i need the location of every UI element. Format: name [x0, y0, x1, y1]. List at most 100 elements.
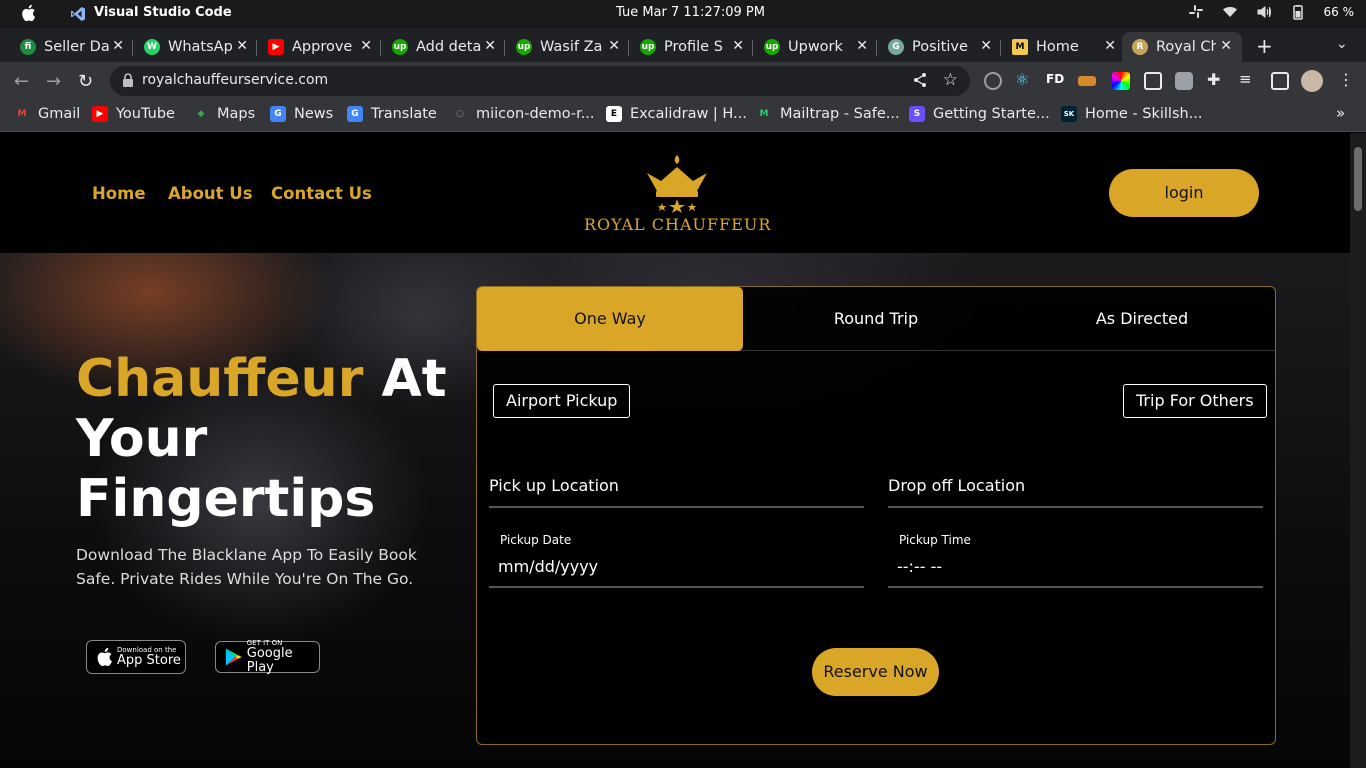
- slack-icon[interactable]: [1188, 4, 1204, 20]
- url-text[interactable]: royalchauffeurservice.com: [142, 72, 328, 88]
- tab-close-icon[interactable]: ✕: [856, 38, 868, 54]
- tab-round-trip[interactable]: Round Trip: [743, 287, 1009, 351]
- site-header: Home About Us Contact Us ROYAL CHAUFFEUR…: [0, 133, 1350, 253]
- nav-link-home[interactable]: Home: [92, 184, 146, 203]
- system-tray: 66 %: [1188, 4, 1354, 20]
- tab-close-icon[interactable]: ✕: [484, 38, 496, 54]
- reserve-now-button[interactable]: Reserve Now: [812, 648, 939, 696]
- bookmark-label: Excalidraw | H...: [630, 106, 747, 122]
- scrollbar-thumb[interactable]: [1354, 147, 1362, 211]
- tab-favicon-icon: M: [1012, 39, 1028, 55]
- apple-icon[interactable]: [20, 4, 36, 22]
- trip-for-others-button[interactable]: Trip For Others: [1123, 384, 1267, 418]
- nav-link-about[interactable]: About Us: [168, 184, 253, 203]
- volume-icon[interactable]: [1256, 4, 1272, 20]
- extensions-puzzle-icon[interactable]: ✚: [1207, 70, 1225, 89]
- reading-list-icon[interactable]: ≡: [1239, 70, 1257, 88]
- lock-icon[interactable]: [122, 73, 134, 87]
- youtube-icon: ▶: [92, 106, 108, 122]
- bookmark-translate[interactable]: G Translate: [347, 106, 437, 122]
- tab-close-icon[interactable]: ✕: [608, 38, 620, 54]
- pickup-time-value[interactable]: --:-- --: [897, 557, 942, 576]
- browser-tab[interactable]: up Profile S ✕: [620, 32, 748, 62]
- side-panel-icon[interactable]: [1271, 72, 1289, 90]
- bookmark-star-icon[interactable]: ☆: [943, 70, 958, 90]
- dropoff-location-field[interactable]: Drop off Location: [888, 472, 1263, 508]
- googleplay-big-text: Google Play: [246, 646, 293, 675]
- maps-pin-icon: ◆: [197, 109, 205, 119]
- nav-link-contact[interactable]: Contact Us: [271, 184, 372, 203]
- browser-tab[interactable]: G Positive ✕: [868, 32, 996, 62]
- compass-extension-icon[interactable]: [984, 72, 1002, 90]
- pickup-date-field[interactable]: Pickup Date mm/dd/yyyy: [489, 533, 864, 588]
- back-arrow-icon[interactable]: ←: [14, 71, 29, 92]
- bookmarks-overflow-icon[interactable]: »: [1336, 104, 1345, 122]
- tab-close-icon[interactable]: ✕: [1104, 38, 1116, 54]
- bookmark-label: Gmail: [38, 106, 81, 122]
- tab-close-icon[interactable]: ✕: [112, 38, 124, 54]
- bookmark-gmail[interactable]: M Gmail: [14, 106, 81, 122]
- system-clock[interactable]: Tue Mar 7 11:27:09 PM: [616, 5, 765, 20]
- fd-extension-icon[interactable]: FD: [1046, 72, 1064, 90]
- active-app-name[interactable]: Visual Studio Code: [94, 5, 232, 20]
- pickup-location-field[interactable]: Pick up Location: [489, 472, 864, 508]
- tab-close-icon[interactable]: ✕: [236, 38, 248, 54]
- pickup-time-field[interactable]: Pickup Time --:-- --: [888, 533, 1263, 588]
- google-play-badge[interactable]: GET IT ON Google Play: [215, 639, 320, 675]
- browser-tab[interactable]: ▶ Approve ✕: [248, 32, 376, 62]
- hero-headline: Chauffeur At Your Fingertips: [76, 349, 447, 529]
- browser-tab-active[interactable]: R Royal Ch ✕: [1122, 32, 1242, 62]
- tab-close-icon[interactable]: ✕: [980, 38, 992, 54]
- new-tab-button[interactable]: +: [1256, 34, 1273, 58]
- bookmark-getting-started[interactable]: S Getting Starte...: [909, 106, 1050, 122]
- google-play-icon: [225, 648, 242, 666]
- forward-arrow-icon[interactable]: →: [46, 71, 61, 92]
- tab-close-icon[interactable]: ✕: [732, 38, 744, 54]
- bookmark-excalidraw[interactable]: E Excalidraw | H...: [606, 106, 747, 122]
- tab-one-way[interactable]: One Way: [477, 287, 743, 351]
- browser-menu-icon[interactable]: ⋮: [1338, 70, 1354, 89]
- color-picker-extension-icon[interactable]: [1112, 72, 1130, 90]
- bookmark-miicon[interactable]: ○ miicon-demo-r...: [452, 106, 594, 122]
- page-scrollbar[interactable]: [1350, 133, 1366, 768]
- site-logo[interactable]: ROYAL CHAUFFEUR: [584, 153, 770, 243]
- bookmark-maps[interactable]: ◆ Maps: [193, 106, 256, 122]
- camera-extension-icon[interactable]: [1175, 72, 1193, 90]
- vscode-icon: [71, 7, 85, 21]
- browser-tab[interactable]: up Add deta ✕: [372, 32, 500, 62]
- battery-icon[interactable]: [1290, 4, 1306, 20]
- browser-tab[interactable]: up Upwork ✕: [744, 32, 872, 62]
- pickup-date-value[interactable]: mm/dd/yyyy: [498, 557, 598, 576]
- bookmark-mailtrap[interactable]: M Mailtrap - Safe...: [756, 106, 900, 122]
- cast-extension-icon[interactable]: [1144, 72, 1162, 90]
- shoe-extension-icon[interactable]: [1078, 76, 1096, 86]
- browser-tab[interactable]: up Wasif Za ✕: [496, 32, 624, 62]
- share-icon[interactable]: [912, 72, 928, 88]
- translate-icon: G: [347, 106, 363, 122]
- react-devtools-icon[interactable]: ⚛: [1015, 70, 1033, 89]
- tab-title: Seller Da: [44, 39, 110, 55]
- profile-avatar[interactable]: [1301, 70, 1323, 92]
- dropoff-location-label: Drop off Location: [888, 476, 1026, 495]
- login-button[interactable]: login: [1109, 169, 1259, 217]
- tab-favicon-icon: up: [640, 39, 656, 55]
- tab-close-icon[interactable]: ✕: [360, 38, 372, 54]
- tab-close-icon[interactable]: ✕: [1220, 38, 1232, 54]
- reload-icon[interactable]: ↻: [78, 71, 93, 92]
- bookmark-youtube[interactable]: ▶ YouTube: [92, 106, 175, 122]
- app-store-badge[interactable]: Download on the App Store: [86, 640, 186, 674]
- browser-tab[interactable]: W WhatsAp ✕: [124, 32, 252, 62]
- tab-title: Home: [1036, 39, 1079, 55]
- address-bar[interactable]: royalchauffeurservice.com ☆: [110, 66, 970, 96]
- browser-tab[interactable]: M Home ✕: [992, 32, 1120, 62]
- browser-tab[interactable]: fi Seller Da ✕: [0, 32, 128, 62]
- bookmark-skillshare[interactable]: SK Home - Skillsh...: [1061, 106, 1203, 122]
- os-top-bar: Visual Studio Code Tue Mar 7 11:27:09 PM…: [0, 0, 1366, 28]
- wifi-icon[interactable]: [1222, 4, 1238, 20]
- tab-search-chevron-icon[interactable]: ⌄: [1336, 36, 1348, 52]
- github-icon: ○: [456, 109, 464, 119]
- headline-fingertips: Fingertips: [76, 469, 376, 529]
- tab-as-directed[interactable]: As Directed: [1009, 287, 1275, 351]
- airport-pickup-button[interactable]: Airport Pickup: [493, 384, 631, 418]
- bookmark-news[interactable]: G News: [270, 106, 333, 122]
